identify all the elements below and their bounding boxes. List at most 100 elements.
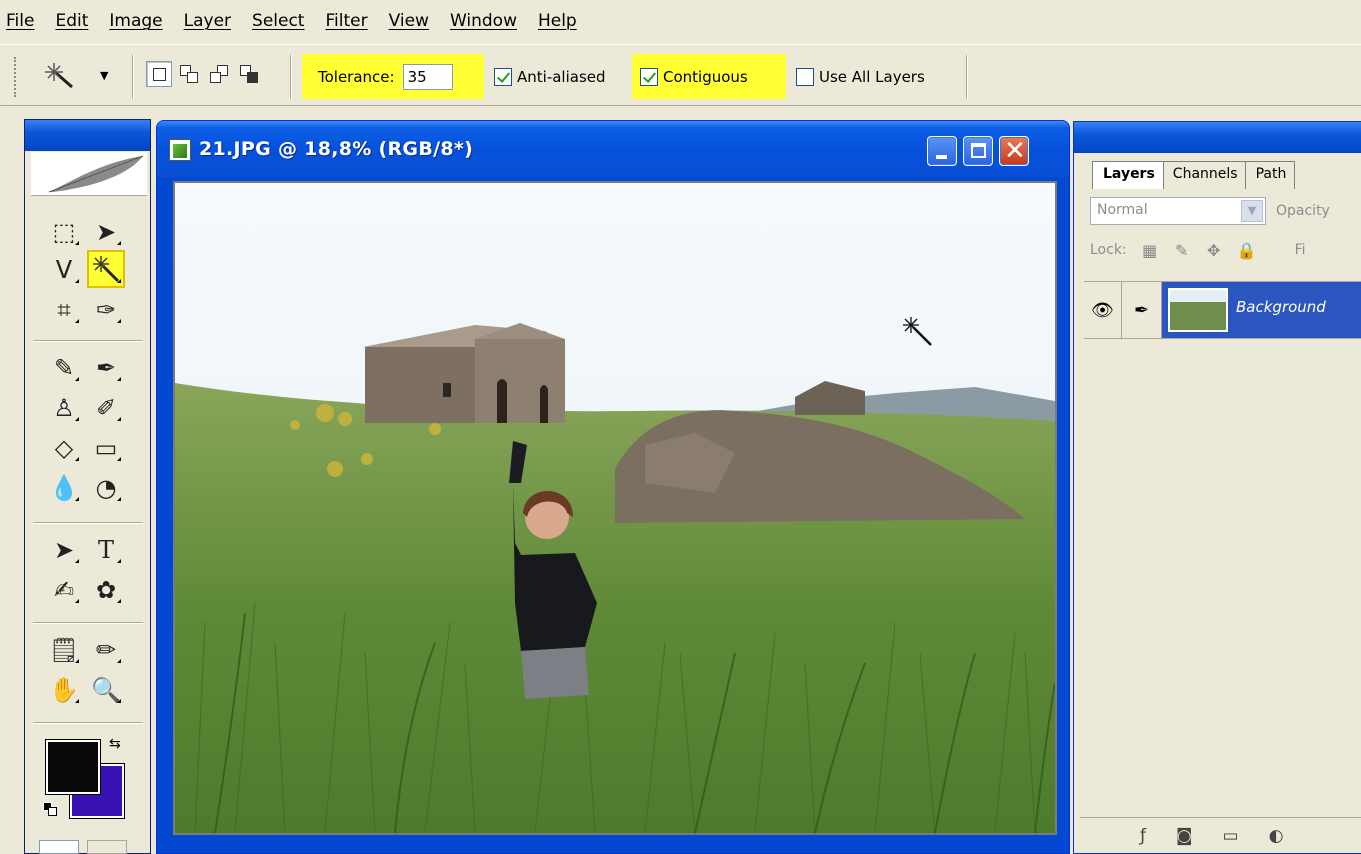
layers-panel-footer: ƒ ◙ ▭ ◐	[1080, 817, 1361, 853]
toolbox-separator	[33, 340, 143, 342]
tab-layers[interactable]: Layers	[1092, 161, 1164, 189]
tolerance-input[interactable]	[400, 61, 455, 92]
menu-view[interactable]: View	[389, 11, 429, 31]
lock-all-icon[interactable]: 🔒	[1237, 241, 1257, 260]
toolbox-separator	[33, 722, 143, 724]
clone-stamp-tool-icon[interactable]: ♙	[47, 392, 81, 424]
marquee-tool-icon[interactable]: ⬚	[47, 216, 81, 248]
blend-row: Normal ▼ Opacity	[1090, 197, 1330, 225]
tab-channels[interactable]: Channels	[1161, 161, 1247, 189]
document-titlebar[interactable]: 21.JPG @ 18,8% (RGB/8*) ✕	[157, 121, 1069, 177]
default-colors-icon[interactable]	[43, 802, 57, 816]
menu-image[interactable]: Image	[109, 11, 162, 31]
lock-transparent-pixels-icon[interactable]: ▦	[1141, 241, 1159, 260]
anti-aliased-label: Anti-aliased	[517, 67, 606, 86]
layer-thumbnail	[1168, 288, 1228, 332]
blend-mode-select[interactable]: Normal ▼	[1090, 197, 1266, 225]
new-selection-button[interactable]	[146, 61, 172, 87]
adjustment-layer-icon[interactable]: ◐	[1269, 826, 1284, 846]
minimize-icon	[936, 155, 947, 159]
anti-aliased-checkbox[interactable]	[494, 67, 512, 86]
custom-shape-tool-icon[interactable]: ✿	[89, 574, 123, 606]
lock-row: Lock: ▦ ✎ ✥ 🔒 Fi	[1090, 241, 1306, 260]
path-selection-tool-icon[interactable]: ➤	[47, 534, 81, 566]
subtract-from-selection-button[interactable]	[206, 61, 232, 87]
lock-label: Lock:	[1090, 242, 1127, 258]
menu-window[interactable]: Window	[450, 11, 517, 31]
close-icon: ✕	[1004, 136, 1026, 166]
layer-visibility-toggle[interactable]: 👁	[1084, 282, 1122, 338]
options-separator	[966, 55, 968, 99]
notes-tool-icon[interactable]: 🗒	[47, 634, 81, 666]
pen-tool-icon[interactable]: ✍	[47, 574, 81, 606]
options-separator	[290, 55, 292, 99]
menu-file[interactable]: File	[6, 11, 34, 31]
add-to-selection-button[interactable]	[176, 61, 202, 87]
menu-filter[interactable]: Filter	[325, 11, 367, 31]
use-all-layers-checkbox[interactable]	[796, 67, 814, 86]
magic-wand-cursor-icon	[903, 317, 932, 346]
lasso-tool-icon[interactable]: ᐯ	[47, 254, 81, 286]
toolbox-separator	[33, 622, 143, 624]
gradient-tool-icon[interactable]: ▭	[89, 432, 123, 464]
toolbox: ⬚ ➤ ᐯ ⌗ ✑ ✎ ✒ ♙ ✐ ◇ ▭ 💧 ◔ ➤ T ✍ ✿ 🗒 ✏ ✋ …	[24, 119, 151, 854]
dodge-tool-icon[interactable]: ◔	[89, 472, 123, 504]
crop-tool-icon[interactable]: ⌗	[47, 294, 81, 326]
type-tool-icon[interactable]: T	[89, 534, 123, 566]
layer-style-icon[interactable]: ƒ	[1140, 826, 1146, 846]
chevron-down-icon: ▼	[1241, 200, 1263, 222]
feather-logo-icon[interactable]	[31, 152, 147, 196]
brush-tool-icon[interactable]: ✒	[89, 352, 123, 384]
contiguous-checkbox-group[interactable]: Contiguous	[632, 54, 786, 99]
options-bar-grip[interactable]	[14, 57, 17, 97]
lock-image-pixels-icon[interactable]: ✎	[1173, 241, 1191, 260]
maximize-button[interactable]	[963, 136, 993, 166]
eraser-tool-icon[interactable]: ◇	[47, 432, 81, 464]
document-icon	[169, 139, 191, 161]
layers-panel: Layers Channels Path Normal ▼ Opacity Lo…	[1073, 121, 1361, 854]
hand-tool-icon[interactable]: ✋	[47, 674, 81, 706]
options-separator	[132, 55, 134, 99]
blur-tool-icon[interactable]: 💧	[47, 472, 81, 504]
close-button[interactable]: ✕	[999, 136, 1029, 166]
move-tool-icon[interactable]: ➤	[89, 216, 123, 248]
quick-mask-button[interactable]	[87, 840, 127, 854]
layer-link-toggle[interactable]: ✒	[1122, 282, 1162, 338]
options-bar: ▼ Tolerance: Anti-aliased Contiguous Use…	[0, 44, 1361, 106]
layers-panel-body: Layers Channels Path Normal ▼ Opacity Lo…	[1080, 153, 1361, 853]
magic-wand-tool-icon[interactable]	[87, 250, 125, 288]
use-all-layers-checkbox-group[interactable]: Use All Layers	[796, 54, 925, 99]
layers-panel-titlebar[interactable]	[1074, 122, 1361, 153]
slice-tool-icon[interactable]: ✑	[89, 294, 123, 326]
layer-row[interactable]: 👁 ✒ Background	[1084, 281, 1361, 339]
intersect-selection-button[interactable]	[236, 61, 262, 87]
toolbox-titlebar[interactable]	[25, 120, 150, 151]
menu-help[interactable]: Help	[538, 11, 577, 31]
use-all-layers-label: Use All Layers	[819, 67, 925, 86]
lock-position-icon[interactable]: ✥	[1205, 241, 1223, 260]
eyedropper-tool-icon[interactable]: ✏	[89, 634, 123, 666]
menu-edit[interactable]: Edit	[55, 11, 88, 31]
image-canvas[interactable]	[173, 181, 1057, 835]
contiguous-checkbox[interactable]	[640, 67, 658, 86]
blend-mode-value: Normal	[1097, 202, 1148, 218]
maximize-icon	[971, 143, 986, 158]
layer-selected-area[interactable]: Background	[1162, 282, 1361, 338]
minimize-button[interactable]	[927, 136, 957, 166]
tool-preset-picker[interactable]: ▼	[44, 61, 124, 91]
chevron-down-icon: ▼	[100, 69, 109, 82]
contiguous-label: Contiguous	[663, 67, 748, 86]
menu-layer[interactable]: Layer	[184, 11, 231, 31]
menu-select[interactable]: Select	[252, 11, 304, 31]
healing-brush-tool-icon[interactable]: ✎	[47, 352, 81, 384]
quick-mask-standard-button[interactable]	[39, 840, 79, 854]
brush-icon: ✒	[1133, 299, 1150, 321]
add-mask-icon[interactable]: ◙	[1176, 826, 1193, 846]
history-brush-tool-icon[interactable]: ✐	[89, 392, 123, 424]
new-group-icon[interactable]: ▭	[1223, 826, 1239, 846]
zoom-tool-icon[interactable]: 🔍	[89, 674, 123, 706]
anti-aliased-checkbox-group[interactable]: Anti-aliased	[494, 54, 606, 99]
swap-colors-icon[interactable]: ⇆	[109, 736, 121, 752]
tab-paths[interactable]: Path	[1244, 161, 1296, 189]
foreground-color-swatch[interactable]	[45, 739, 101, 795]
